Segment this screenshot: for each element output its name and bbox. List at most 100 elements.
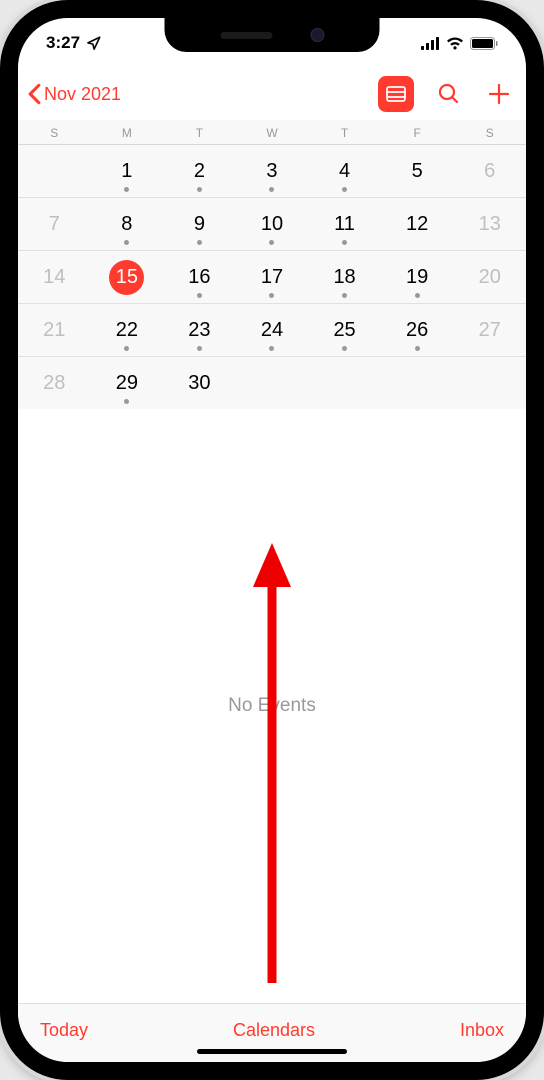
inbox-button[interactable]: Inbox (460, 1020, 504, 1041)
day-cell[interactable]: 10 (236, 198, 309, 250)
day-number: 21 (43, 319, 65, 342)
day-number: 15 (109, 260, 144, 295)
device-notch (165, 18, 380, 52)
event-dot-icon (197, 293, 202, 298)
day-cell[interactable]: 21 (18, 304, 91, 356)
event-dot-icon (415, 346, 420, 351)
day-cell (18, 145, 91, 197)
list-view-icon (386, 86, 406, 102)
day-number: 10 (261, 213, 283, 236)
event-dot-icon (197, 346, 202, 351)
day-cell[interactable]: 26 (381, 304, 454, 356)
day-cell (381, 357, 454, 409)
phone-frame: 3:27 Nov 2021 (0, 0, 544, 1080)
day-number: 2 (194, 160, 205, 183)
day-cell[interactable]: 18 (308, 251, 381, 303)
day-cell[interactable]: 11 (308, 198, 381, 250)
day-cell[interactable]: 27 (453, 304, 526, 356)
day-number: 11 (334, 213, 355, 236)
day-cell[interactable]: 7 (18, 198, 91, 250)
day-cell[interactable]: 17 (236, 251, 309, 303)
day-cell[interactable]: 20 (453, 251, 526, 303)
back-button[interactable]: Nov 2021 (28, 83, 121, 105)
day-number: 28 (43, 372, 65, 395)
location-icon (86, 36, 101, 51)
day-number: 25 (333, 319, 355, 342)
day-cell[interactable]: 1 (91, 145, 164, 197)
events-area[interactable]: No Events (18, 409, 526, 1003)
day-number: 20 (479, 266, 501, 289)
event-dot-icon (124, 346, 129, 351)
event-dot-icon (124, 399, 129, 404)
day-cell[interactable]: 19 (381, 251, 454, 303)
day-number: 4 (339, 160, 350, 183)
screen: 3:27 Nov 2021 (18, 18, 526, 1062)
day-number: 19 (406, 266, 428, 289)
day-cell[interactable]: 15 (91, 251, 164, 303)
status-time: 3:27 (46, 33, 101, 53)
day-number: 24 (261, 319, 283, 342)
day-number: 29 (116, 372, 138, 395)
home-indicator[interactable] (197, 1049, 347, 1054)
battery-icon (470, 37, 498, 50)
day-number: 18 (333, 266, 355, 289)
status-right (421, 37, 498, 50)
day-number: 3 (266, 160, 277, 183)
add-event-button[interactable] (484, 79, 514, 109)
day-number: 7 (49, 213, 60, 236)
day-cell[interactable]: 16 (163, 251, 236, 303)
nav-bar: Nov 2021 (18, 68, 526, 120)
event-dot-icon (197, 240, 202, 245)
event-dot-icon (342, 240, 347, 245)
day-cell[interactable]: 4 (308, 145, 381, 197)
event-dot-icon (269, 187, 274, 192)
day-number: 27 (479, 319, 501, 342)
day-cell[interactable]: 3 (236, 145, 309, 197)
weekday-label: T (163, 126, 236, 140)
day-cell[interactable]: 30 (163, 357, 236, 409)
day-cell[interactable]: 25 (308, 304, 381, 356)
event-dot-icon (342, 187, 347, 192)
day-cell[interactable]: 28 (18, 357, 91, 409)
day-cell[interactable]: 2 (163, 145, 236, 197)
search-button[interactable] (434, 79, 464, 109)
week-row: 7 8 9 10 11 12 13 (18, 198, 526, 251)
day-cell[interactable]: 6 (453, 145, 526, 197)
view-toggle-button[interactable] (378, 76, 414, 112)
day-number: 22 (116, 319, 138, 342)
chevron-left-icon (28, 83, 41, 105)
nav-right (378, 76, 514, 112)
event-dot-icon (124, 240, 129, 245)
day-cell[interactable]: 14 (18, 251, 91, 303)
day-cell (308, 357, 381, 409)
day-cell (236, 357, 309, 409)
weekday-label: S (453, 126, 526, 140)
today-button[interactable]: Today (40, 1020, 88, 1041)
bottom-toolbar: Today Calendars Inbox (18, 1003, 526, 1049)
week-row: 1 2 3 4 56 (18, 145, 526, 198)
day-cell[interactable]: 12 (381, 198, 454, 250)
event-dot-icon (342, 293, 347, 298)
day-cell[interactable]: 13 (453, 198, 526, 250)
day-cell[interactable]: 5 (381, 145, 454, 197)
day-cell[interactable]: 22 (91, 304, 164, 356)
speaker-grille (220, 32, 272, 39)
week-row: 21 22 23 24 25 26 27 (18, 304, 526, 357)
calendars-button[interactable]: Calendars (233, 1020, 315, 1041)
day-cell[interactable]: 23 (163, 304, 236, 356)
day-number: 9 (194, 213, 205, 236)
week-row: 14 15 16 17 18 19 20 (18, 251, 526, 304)
day-cell[interactable]: 29 (91, 357, 164, 409)
cellular-icon (421, 37, 440, 50)
event-dot-icon (415, 293, 420, 298)
back-button-label: Nov 2021 (44, 84, 121, 105)
event-dot-icon (269, 293, 274, 298)
day-number: 23 (188, 319, 210, 342)
day-number: 17 (261, 266, 283, 289)
day-number: 1 (121, 160, 132, 183)
day-number: 12 (406, 213, 428, 236)
day-cell[interactable]: 24 (236, 304, 309, 356)
day-cell[interactable]: 8 (91, 198, 164, 250)
bottom-area: Today Calendars Inbox (18, 1003, 526, 1062)
day-cell[interactable]: 9 (163, 198, 236, 250)
